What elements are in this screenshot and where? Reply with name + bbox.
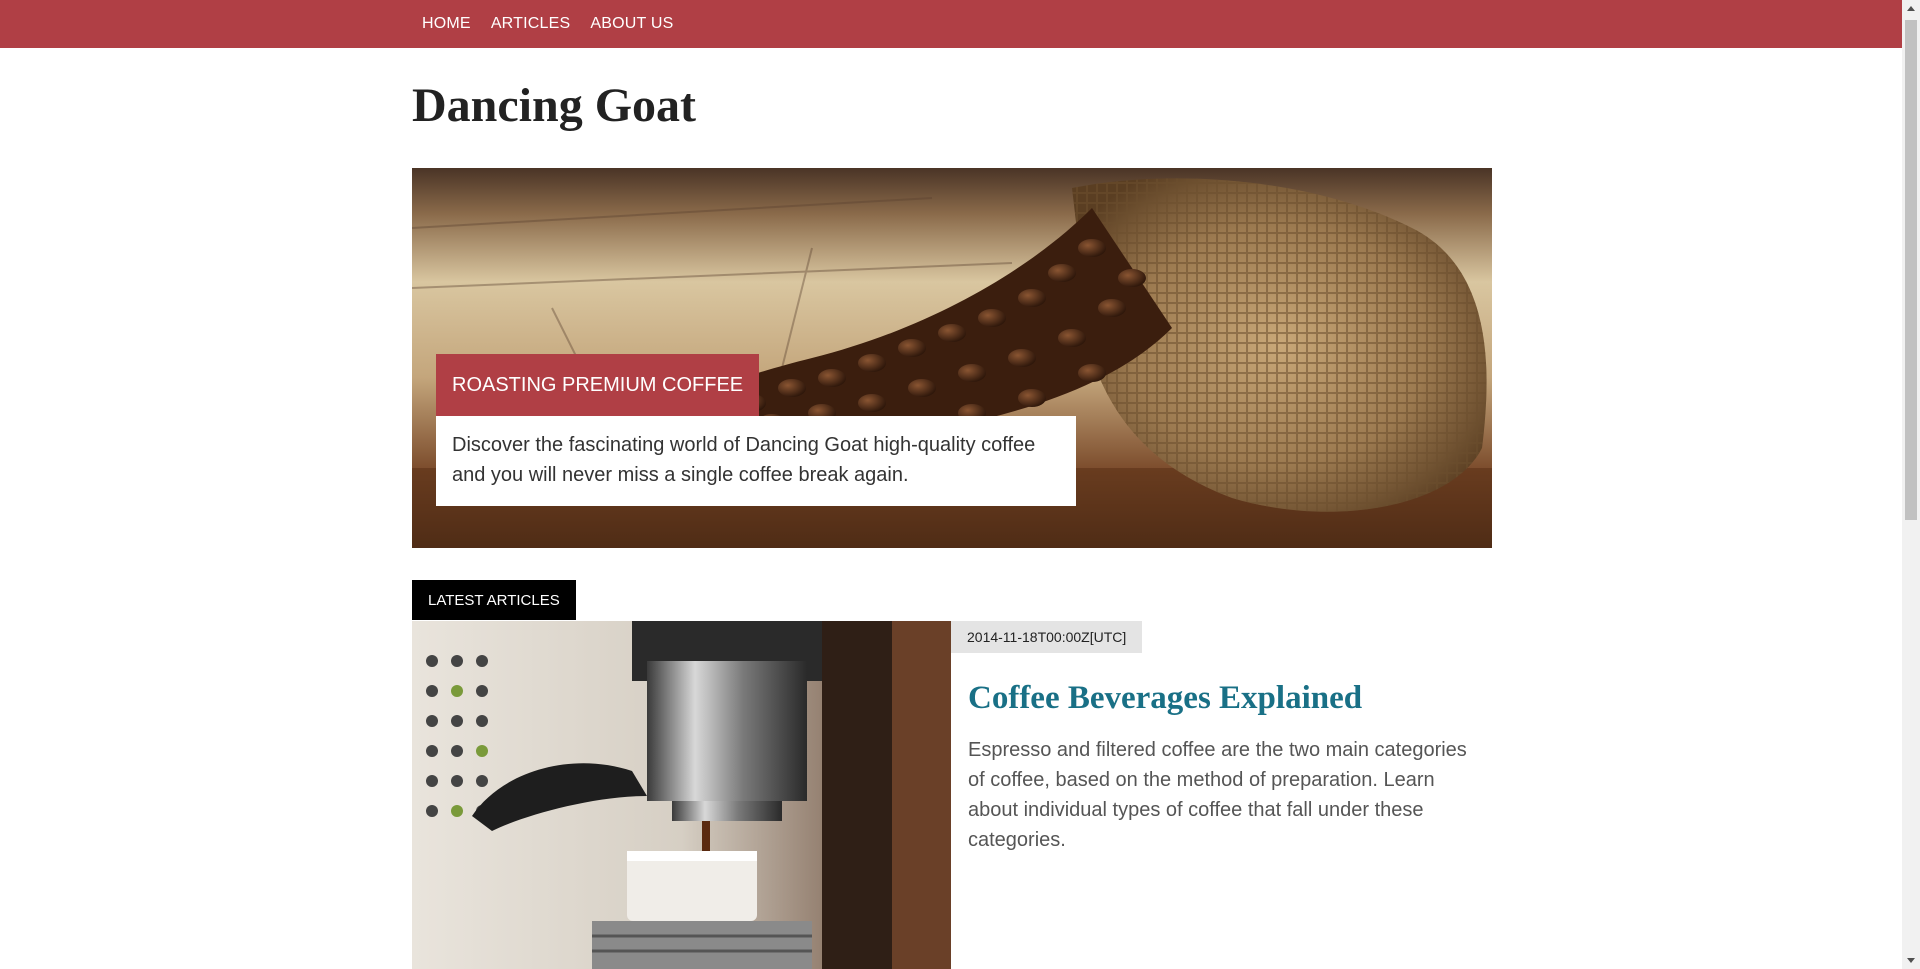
top-navigation: HOME ARTICLES ABOUT US [0, 0, 1902, 48]
hero-banner: ROASTING PREMIUM COFFEE Discover the fas… [412, 168, 1492, 548]
nav-item-articles[interactable]: ARTICLES [491, 15, 571, 33]
article-date: 2014-11-18T00:00Z[UTC] [951, 621, 1143, 653]
latest-articles-label: LATEST ARTICLES [412, 580, 576, 620]
nav-items: HOME ARTICLES ABOUT US [412, 0, 683, 48]
site-title: Dancing Goat [412, 79, 697, 132]
article-summary: Espresso and filtered coffee are the two… [968, 739, 1467, 851]
nav-item-home[interactable]: HOME [422, 15, 471, 33]
article-title-link[interactable]: Coffee Beverages Explained [968, 680, 1362, 717]
scroll-down-arrow-icon[interactable] [1907, 958, 1915, 963]
article-image[interactable] [412, 621, 951, 969]
scroll-up-arrow-icon[interactable] [1907, 6, 1915, 11]
page-scrollbar[interactable] [1902, 0, 1920, 969]
scrollbar-thumb[interactable] [1905, 20, 1917, 520]
nav-item-about-us[interactable]: ABOUT US [590, 15, 673, 33]
hero-description: Discover the fascinating world of Dancin… [436, 416, 1076, 506]
espresso-machine-image [412, 621, 951, 969]
hero-title: ROASTING PREMIUM COFFEE [436, 354, 760, 416]
